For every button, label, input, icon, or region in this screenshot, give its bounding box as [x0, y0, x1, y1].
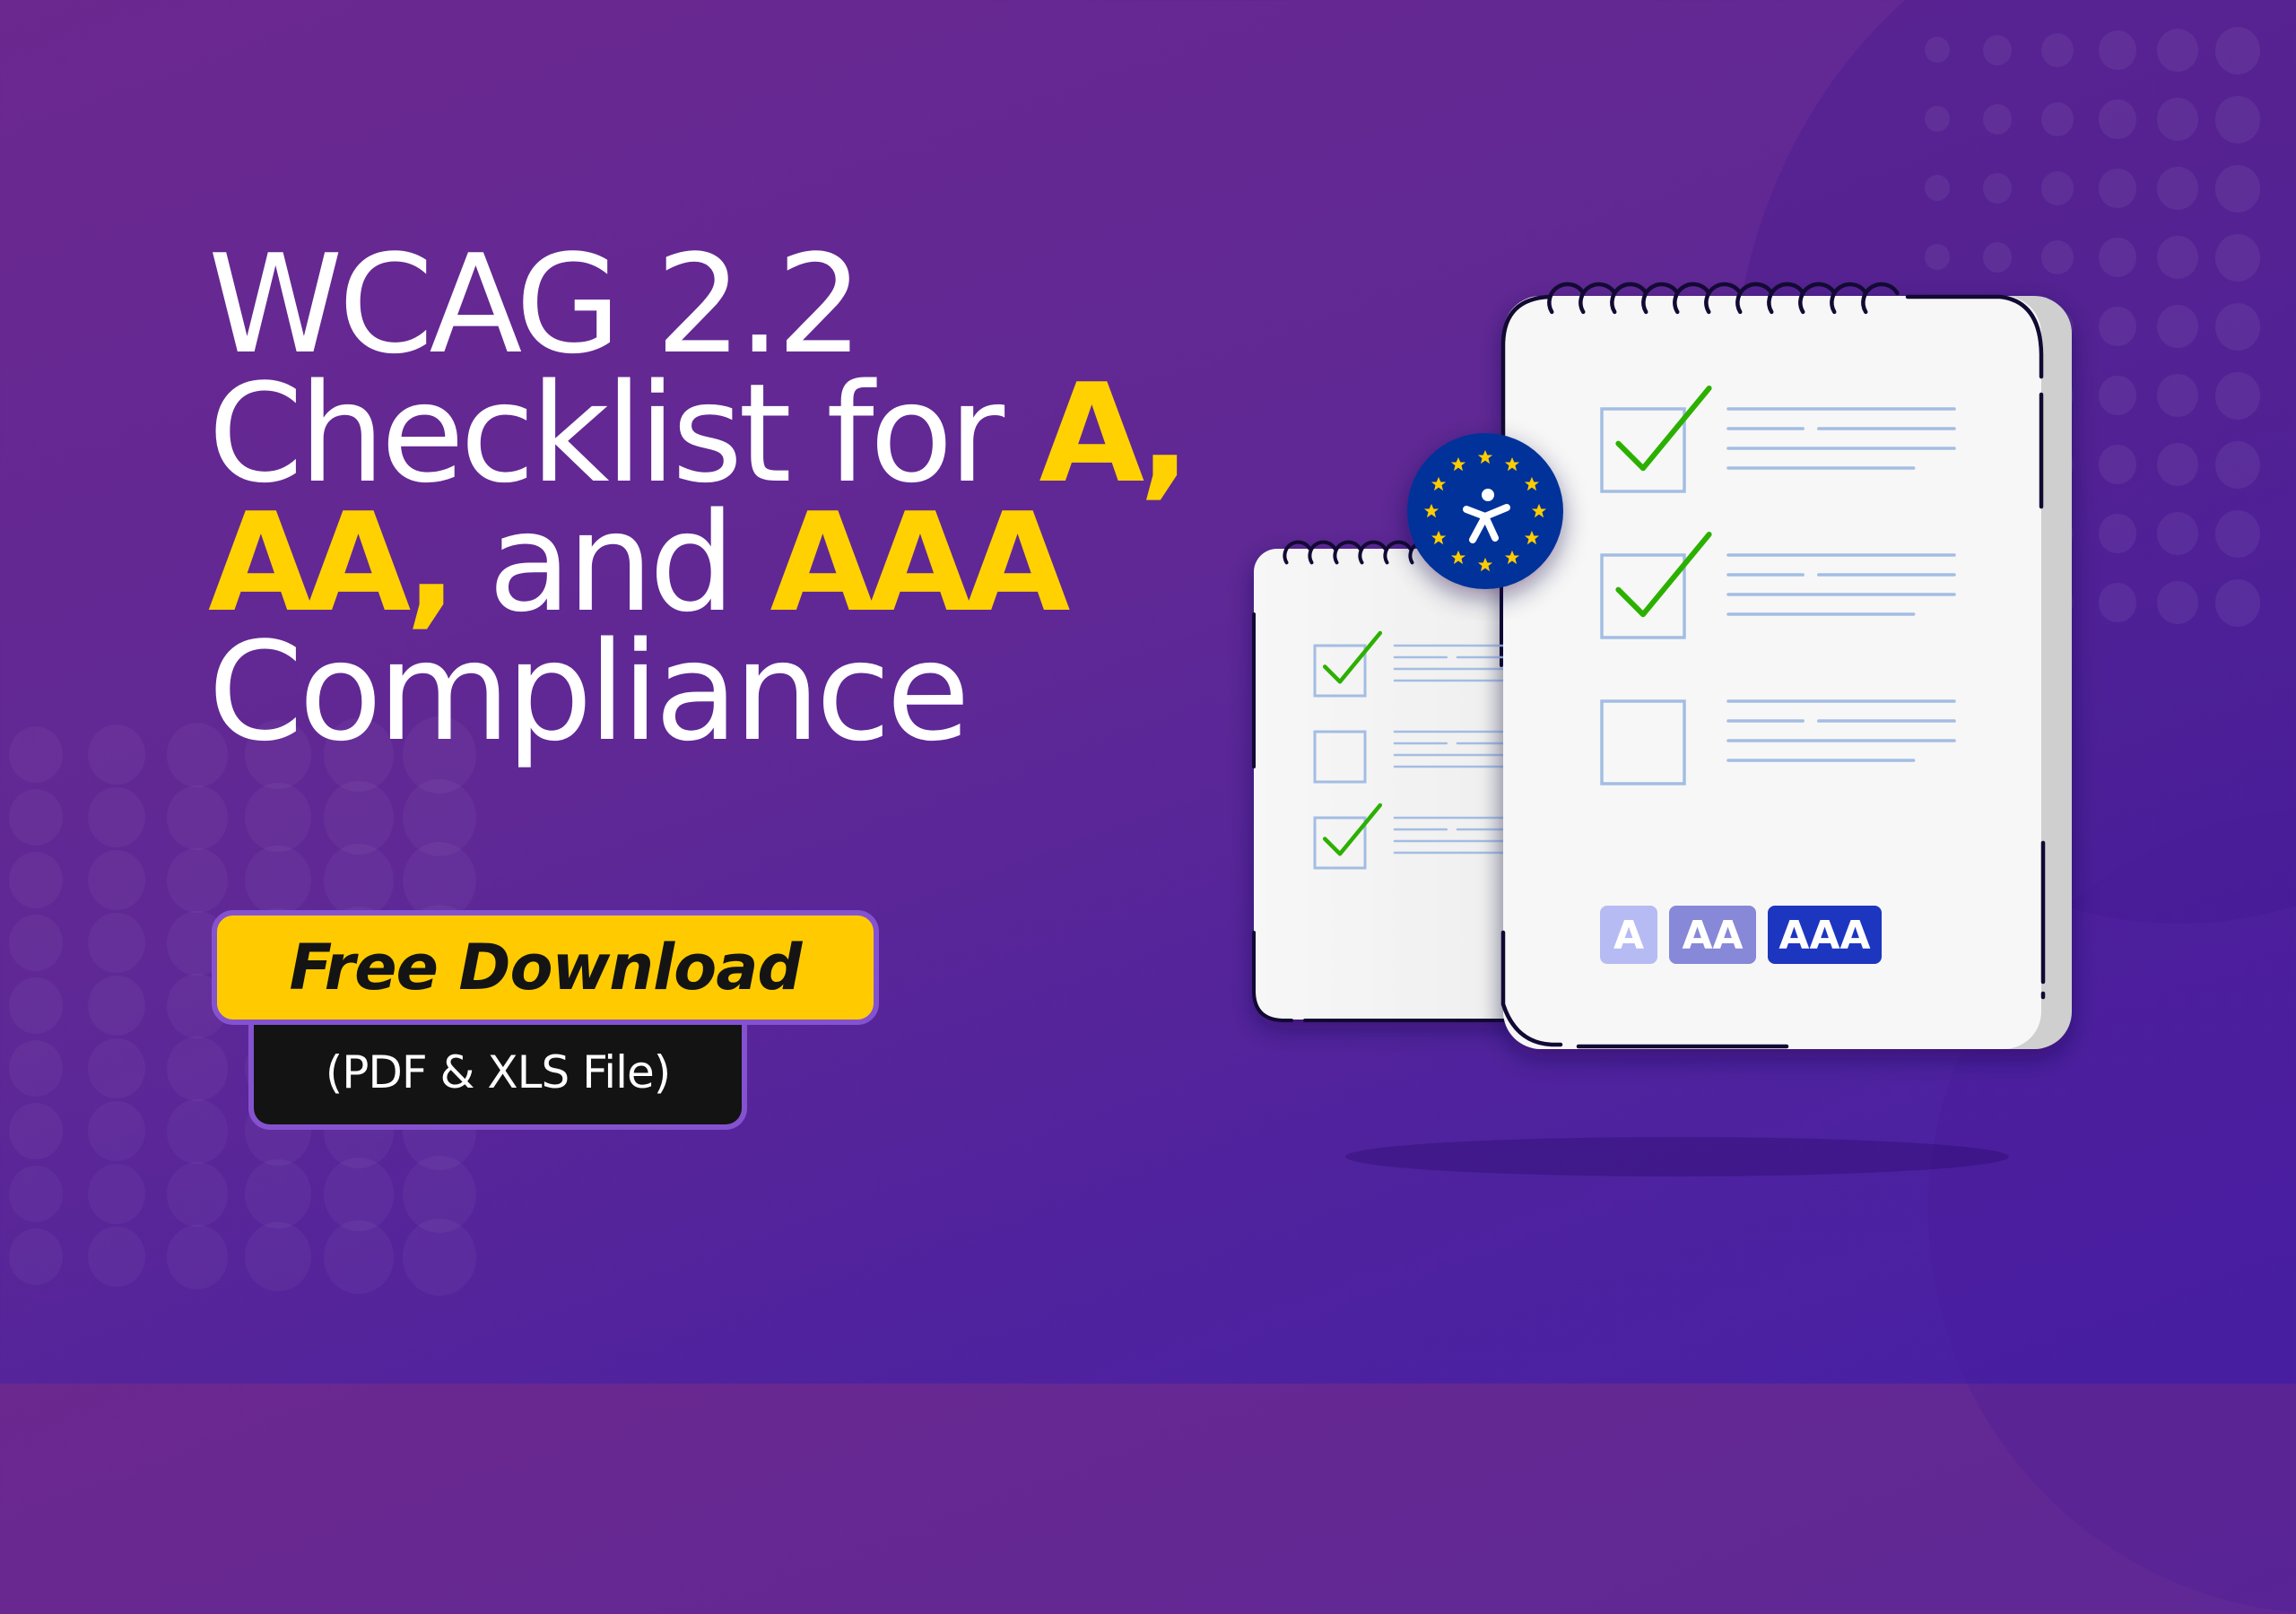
level-badge-aa: AA: [1669, 906, 1756, 964]
level-badge-a: A: [1600, 906, 1657, 964]
level-badge-aaa: AAA: [1768, 906, 1882, 964]
free-download-button[interactable]: Free Download: [212, 910, 879, 1025]
file-format-label[interactable]: (PDF & XLS File): [248, 1020, 747, 1130]
eu-accessibility-badge: [1407, 433, 1563, 589]
level-badge-label: AAA: [1779, 913, 1870, 959]
free-download-label: Free Download: [289, 931, 802, 1004]
file-format-text: (PDF & XLS File): [325, 1046, 672, 1098]
conformance-levels: A AA AAA: [1600, 906, 1882, 964]
checklist-illustration: A AA AAA: [1252, 282, 2072, 1049]
small-notepad: [1254, 549, 1541, 1020]
level-badge-label: A: [1613, 913, 1644, 959]
level-badge-label: AA: [1682, 913, 1743, 959]
